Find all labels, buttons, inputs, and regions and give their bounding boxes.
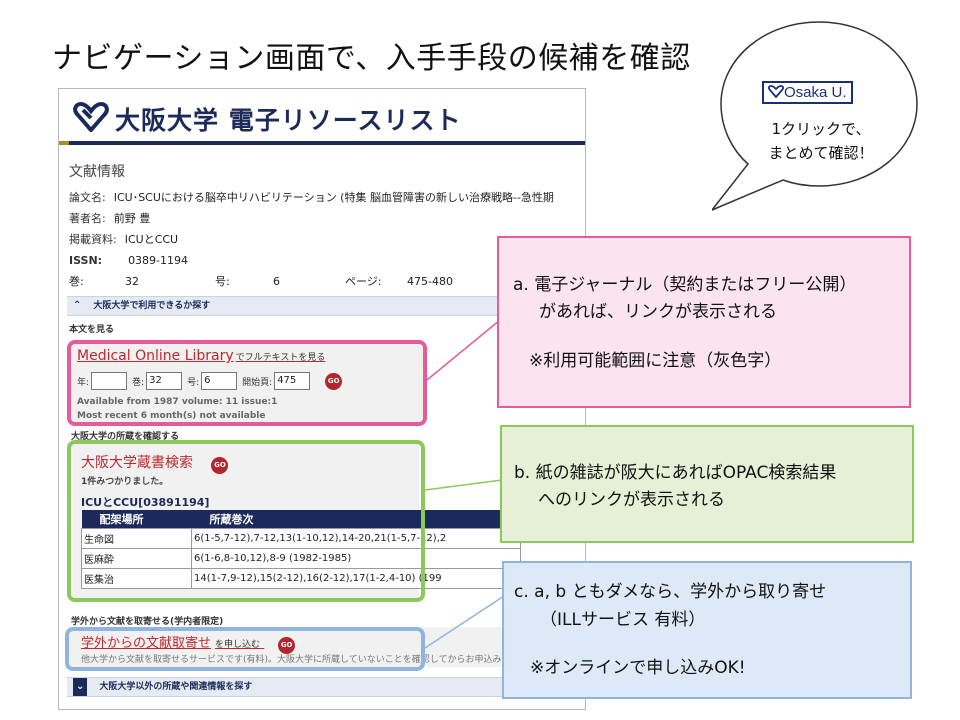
osaka-university-emblem-icon — [768, 85, 784, 99]
site-brand[interactable]: 大阪大学 電子リソースリスト — [115, 101, 461, 137]
source-label: 掲載資料: — [69, 233, 117, 246]
slide-title: ナビゲーション画面で、入手手段の候補を確認 — [52, 41, 691, 76]
issn-label: ISSN: — [69, 254, 103, 267]
callout-a: a. 電子ジャーナル（契約またはフリー公開） があれば、リンクが表示される ※利… — [497, 236, 911, 408]
callout-a-line-2: があれば、リンクが表示される — [539, 302, 777, 322]
double-chevron-up-icon: ⌃ — [73, 300, 82, 311]
callout-c-line-1: c. a, b ともダメなら、学外から取り寄せ — [514, 582, 827, 602]
author-row: 著者名: 前野 豊 — [69, 208, 585, 229]
issue-value: 6 — [273, 275, 280, 288]
volume-value: 32 — [125, 275, 139, 288]
double-chevron-down-icon: ⌄ — [73, 678, 88, 696]
article-title: ICU･SCUにおける脳卒中リハビリテーション (特集 脳血管障害の新しい治療戦… — [113, 191, 554, 204]
callout-a-line-3: ※利用可能範囲に注意（灰色字） — [529, 351, 782, 371]
callout-c-line-2: （ILLサービス 有料） — [540, 610, 706, 630]
author-label: 著者名: — [69, 212, 106, 225]
pages-label: ページ: — [345, 275, 382, 288]
highlight-medical-online — [67, 340, 427, 426]
volume-label: 巻: — [69, 275, 84, 288]
article-row: 論文名: ICU･SCUにおける脳卒中リハビリテーション (特集 脳血管障害の新し… — [69, 187, 585, 208]
callout-c: c. a, b ともダメなら、学外から取り寄せ （ILLサービス 有料） ※オン… — [502, 561, 912, 699]
article-label: 論文名: — [69, 191, 106, 204]
callout-b-line-1: b. 紙の雑誌が阪大にあればOPAC検索結果 — [514, 463, 837, 483]
osaka-university-emblem-icon — [73, 102, 109, 132]
osaka-u-logo: Osaka U. — [762, 81, 853, 104]
source-title: ICUとCCU — [124, 233, 179, 246]
callout-b-line-2: へのリンクが表示される — [538, 490, 725, 510]
search-other-label: 大阪大学以外の所蔵や関連情報を探す — [99, 682, 253, 692]
callout-c-line-3: ※オンラインで申し込みOK! — [530, 658, 746, 678]
search-other-bar[interactable]: ⌄ 大阪大学以外の所蔵や関連情報を探す — [67, 677, 577, 697]
issue-label: 号: — [215, 275, 230, 288]
header-accent — [59, 141, 69, 145]
bubble-message: 1クリックで、 まとめて確認！ — [728, 117, 914, 165]
ill-section-label: 学外から文献を取寄せる(学内者限定) — [71, 617, 224, 627]
author-name: 前野 豊 — [113, 212, 151, 225]
logo-text: Osaka U. — [784, 84, 847, 101]
pages-value: 475-480 — [407, 275, 453, 288]
bubble-line-1: 1クリックで、 — [771, 120, 871, 138]
search-osaka-label: 大阪大学で利用できるか探す — [93, 301, 211, 311]
site-header: 大阪大学 電子リソースリスト — [59, 89, 585, 145]
section-title: 文献情報 — [69, 164, 125, 180]
callout-a-line-1: a. 電子ジャーナル（契約またはフリー公開） — [513, 275, 857, 295]
bubble-line-2: まとめて確認！ — [768, 144, 874, 162]
highlight-ill — [65, 627, 425, 671]
highlight-opac — [67, 440, 425, 602]
issn-value: 0389-1194 — [128, 254, 189, 267]
callout-b: b. 紙の雑誌が阪大にあればOPAC検索結果 へのリンクが表示される — [500, 425, 914, 543]
